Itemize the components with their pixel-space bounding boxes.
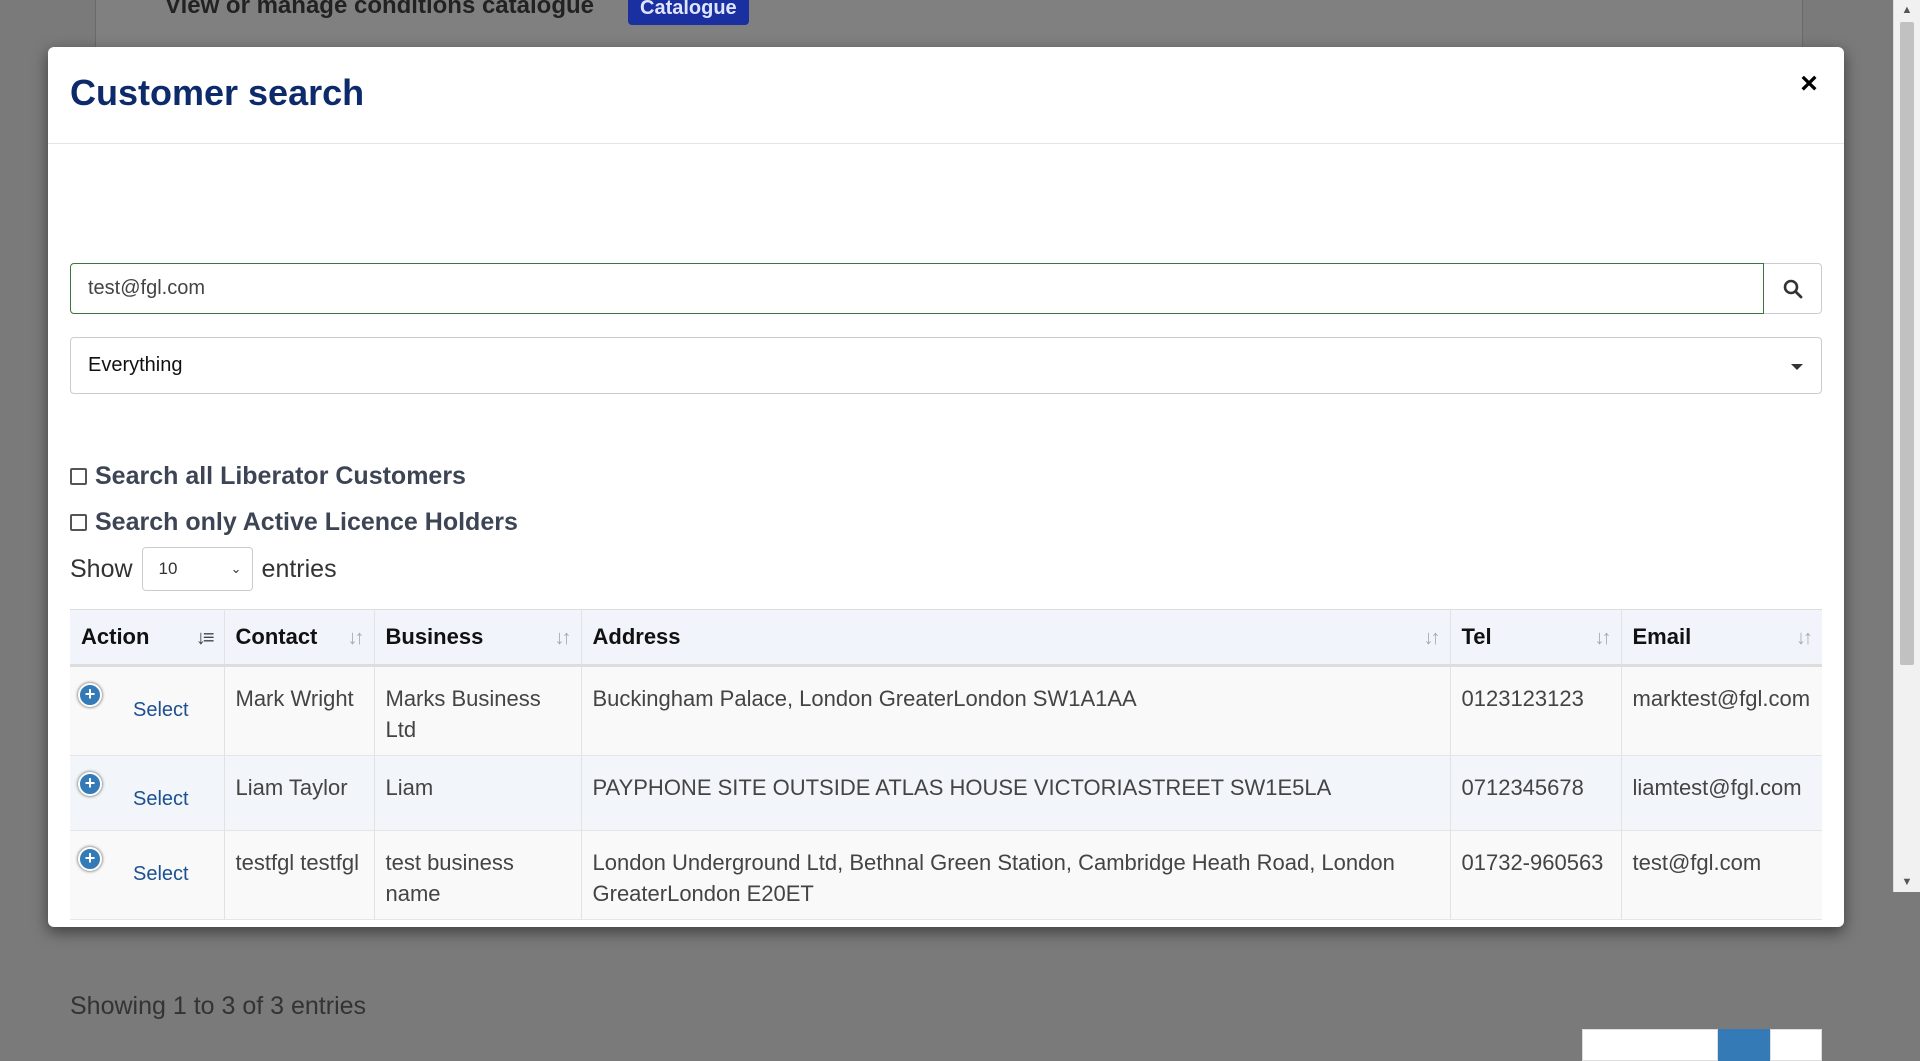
- action-cell: + Select: [70, 755, 225, 831]
- column-header-business[interactable]: Business ↓↑: [374, 609, 582, 667]
- address-cell: London Underground Ltd, Bethnal Green St…: [581, 830, 1451, 920]
- search-group: [70, 263, 1822, 314]
- catalogue-button[interactable]: Catalogue: [628, 0, 749, 25]
- column-header-address[interactable]: Address ↓↑: [581, 609, 1451, 667]
- action-cell: + Select: [70, 665, 225, 756]
- column-header-tel[interactable]: Tel ↓↑: [1450, 609, 1622, 667]
- entries-per-page-value: 10: [158, 559, 178, 578]
- email-cell: marktest@fgl.com: [1621, 665, 1822, 756]
- tel-cell: 0123123123: [1450, 665, 1622, 756]
- sort-icon: ↓↑: [347, 627, 365, 649]
- expand-plus-icon[interactable]: +: [78, 683, 102, 707]
- expand-plus-icon[interactable]: +: [78, 847, 102, 871]
- business-cell: Marks Business Ltd: [374, 665, 582, 756]
- pagination-next[interactable]: [1770, 1029, 1822, 1061]
- search-scope-select[interactable]: Everything: [70, 337, 1822, 394]
- tel-cell: 01732-960563: [1450, 830, 1622, 920]
- scroll-up-arrow-icon[interactable]: ▲: [1894, 0, 1920, 20]
- sort-icon: ↓↑: [1423, 627, 1441, 649]
- page-scrollbar[interactable]: ▲ ▼: [1893, 0, 1920, 892]
- caret-down-icon: [1791, 364, 1803, 370]
- sort-icon: ↓↑: [554, 627, 572, 649]
- table-row: + Select testfgl testfgl test business n…: [70, 830, 1822, 920]
- scrollbar-thumb[interactable]: [1900, 22, 1914, 665]
- pagination-page-current[interactable]: [1718, 1029, 1770, 1061]
- business-cell: test business name: [374, 830, 582, 920]
- modal-header: Customer search ×: [48, 47, 1844, 144]
- entries-per-page-select[interactable]: 10 ⌄: [141, 547, 253, 591]
- column-header-email[interactable]: Email ↓↑: [1621, 609, 1822, 667]
- table-header-row: Action ↓≡ Contact ↓↑ Business ↓↑ Address ↓↑ …: [70, 609, 1822, 667]
- checkbox-all-customers-label: Search all Liberator Customers: [95, 462, 466, 490]
- results-table: Action ↓≡ Contact ↓↑ Business ↓↑ Address ↓↑ …: [70, 609, 1822, 920]
- checkbox-all-customers[interactable]: [70, 468, 87, 485]
- scroll-down-arrow-icon[interactable]: ▼: [1894, 872, 1920, 892]
- table-row: + Select Liam Taylor Liam PAYPHONE SITE …: [70, 755, 1822, 831]
- search-button[interactable]: [1764, 263, 1822, 314]
- search-scope-value: Everything: [88, 354, 183, 376]
- background-heading: View or manage conditions catalogue: [165, 0, 594, 19]
- checkbox-active-licence-row[interactable]: Search only Active Licence Holders: [70, 508, 518, 537]
- action-cell: + Select: [70, 830, 225, 920]
- entries-length-control: Show 10 ⌄ entries: [70, 547, 337, 591]
- contact-cell: Liam Taylor: [224, 755, 375, 831]
- entries-label: entries: [261, 554, 337, 583]
- sort-asc-icon: ↓≡: [195, 627, 215, 649]
- sort-icon: ↓↑: [1594, 627, 1612, 649]
- column-header-contact[interactable]: Contact ↓↑: [224, 609, 375, 667]
- expand-plus-icon[interactable]: +: [78, 772, 102, 796]
- checkbox-all-customers-row[interactable]: Search all Liberator Customers: [70, 462, 466, 491]
- select-link[interactable]: Select: [133, 695, 189, 726]
- email-cell: liamtest@fgl.com: [1621, 755, 1822, 831]
- contact-cell: Mark Wright: [224, 665, 375, 756]
- show-label: Show: [70, 554, 133, 583]
- address-cell: Buckingham Palace, London GreaterLondon …: [581, 665, 1451, 756]
- table-row: + Select Mark Wright Marks Business Ltd …: [70, 665, 1822, 756]
- select-link[interactable]: Select: [133, 784, 189, 815]
- checkbox-active-licence[interactable]: [70, 514, 87, 531]
- select-link[interactable]: Select: [133, 859, 189, 890]
- column-header-action[interactable]: Action ↓≡: [70, 609, 225, 667]
- email-cell: test@fgl.com: [1621, 830, 1822, 920]
- results-table-wrapper: Action ↓≡ Contact ↓↑ Business ↓↑ Address ↓↑ …: [70, 609, 1822, 920]
- contact-cell: testfgl testfgl: [224, 830, 375, 920]
- business-cell: Liam: [374, 755, 582, 831]
- pagination: [1582, 1029, 1822, 1061]
- pagination-previous[interactable]: [1582, 1029, 1718, 1061]
- customer-search-modal: Customer search × Everything Search all …: [48, 47, 1844, 1061]
- search-input[interactable]: [70, 263, 1764, 314]
- sort-icon: ↓↑: [1796, 627, 1813, 649]
- checkbox-active-licence-label: Search only Active Licence Holders: [95, 508, 518, 536]
- table-info: Showing 1 to 3 of 3 entries: [70, 992, 367, 1020]
- address-cell: PAYPHONE SITE OUTSIDE ATLAS HOUSE VICTOR…: [581, 755, 1451, 831]
- close-button[interactable]: ×: [1794, 69, 1824, 99]
- tel-cell: 0712345678: [1450, 755, 1622, 831]
- search-icon: [1783, 279, 1802, 298]
- chevron-down-icon: ⌄: [230, 561, 242, 576]
- modal-title: Customer search: [70, 72, 365, 113]
